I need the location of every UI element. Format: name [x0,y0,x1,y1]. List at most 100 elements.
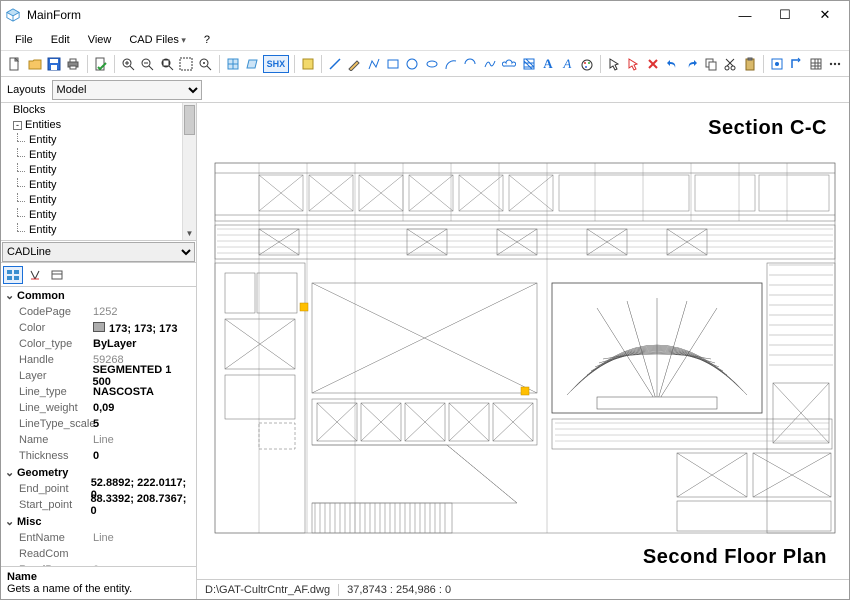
menu-help[interactable]: ? [196,32,218,48]
draw-hatch-icon[interactable] [520,55,536,73]
text-italic-icon[interactable]: A [559,55,575,73]
tree-scrollbar[interactable]: ▲ ▼ [182,103,196,240]
properties-panel[interactable]: Common CodePage1252 Color173; 173; 173 C… [1,287,196,566]
menu-cad-files[interactable]: CAD Files [121,32,194,48]
paint-icon[interactable] [579,55,595,73]
color-swatch-icon [93,322,105,332]
prop-key: ReadCom [19,548,93,560]
menu-file[interactable]: File [7,32,41,48]
prop-key: CodePage [19,306,93,318]
zoom-in-icon[interactable] [120,55,136,73]
toolbar-sep [600,55,601,73]
prop-value[interactable]: 5 [93,418,99,430]
tree-node-entity[interactable]: Entity [11,193,196,208]
snap-icon[interactable] [769,55,785,73]
tree-node-entity[interactable]: Entity [11,178,196,193]
print-icon[interactable] [65,55,81,73]
prop-value[interactable]: Line [93,532,114,544]
titlebar: MainForm — ☐ ✕ [1,1,849,29]
drawing-viewport[interactable]: Section C-C Second Floor Plan D:\GAT-Cul… [197,103,849,599]
prop-key: Thickness [19,450,93,462]
minimize-button[interactable]: — [725,1,765,29]
delete-icon[interactable] [645,55,661,73]
new-file-icon[interactable] [7,55,23,73]
tree-node-entity[interactable]: Entity [11,223,196,238]
prop-value[interactable]: 1252 [93,306,117,318]
group-common[interactable]: Common [1,287,196,304]
cursor-icon[interactable] [606,55,622,73]
redo-icon[interactable] [683,55,699,73]
draw-ellipse-icon[interactable] [424,55,440,73]
status-file-path: D:\GAT-CultrCntr_AF.dwg [197,584,339,596]
scroll-thumb[interactable] [184,105,195,135]
view-events-icon[interactable] [47,266,67,284]
layouts-select[interactable]: Model [52,80,202,100]
cube-tl-icon[interactable] [224,55,240,73]
draw-arc-icon[interactable] [443,55,459,73]
draw-rect-icon[interactable] [385,55,401,73]
entity-tree[interactable]: Blocks -Entities Entity Entity Entity En… [1,103,196,241]
drawing-label-section: Section C-C [708,117,827,140]
entity-type-select[interactable]: CADLine [2,242,195,262]
zoom-window-icon[interactable] [178,55,194,73]
tree-node-entity[interactable]: Entity [11,163,196,178]
more-icon[interactable] [827,55,843,73]
view-alphabetical-icon[interactable] [25,266,45,284]
menu-edit[interactable]: Edit [43,32,78,48]
prop-value[interactable]: ByLayer [93,338,136,350]
scroll-down-icon[interactable]: ▼ [183,226,196,240]
draw-spline-icon[interactable] [482,55,498,73]
prop-value[interactable]: Line [93,434,114,446]
tree-node-entity[interactable]: Entity [11,208,196,223]
save-icon[interactable] [46,55,62,73]
close-button[interactable]: ✕ [805,1,845,29]
draw-circle-icon[interactable] [404,55,420,73]
paste-icon[interactable] [741,55,757,73]
view-categorized-icon[interactable] [3,266,23,284]
draw-arc2-icon[interactable] [462,55,478,73]
menubar: File Edit View CAD Files ? [1,29,849,51]
draw-line-icon[interactable] [327,55,343,73]
shx-button[interactable]: SHX [263,55,288,73]
open-file-icon[interactable] [26,55,42,73]
cube-tr-icon[interactable] [244,55,260,73]
ortho-icon[interactable] [788,55,804,73]
prop-value[interactable]: SEGMENTED 1 500 [92,364,192,388]
zoom-fit-icon[interactable] [158,55,174,73]
tree-node-entities[interactable]: -Entities [11,118,196,133]
drawing-label-floor: Second Floor Plan [643,546,827,569]
zoom-out-icon[interactable] [139,55,155,73]
prop-value[interactable]: 173; 173; 173 [93,322,178,335]
undo-icon[interactable] [664,55,680,73]
prop-value[interactable]: 0 [93,450,99,462]
status-coords: 37,8743 : 254,986 : 0 [339,584,459,596]
tree-node-entity[interactable]: Entity [11,133,196,148]
prop-value[interactable]: 0,09 [93,402,114,414]
prop-key: Color [19,322,93,334]
layouts-label: Layouts [7,84,46,96]
cursor-red-icon[interactable] [625,55,641,73]
copy-icon[interactable] [703,55,719,73]
grid-icon[interactable] [807,55,823,73]
text-bold-icon[interactable]: A [540,55,556,73]
draw-pen-icon[interactable] [346,55,362,73]
tree-node-entity[interactable]: Entity [11,148,196,163]
property-description-pane: Name Gets a name of the entity. [1,566,196,599]
maximize-button[interactable]: ☐ [765,1,805,29]
toolbar-sep [294,55,295,73]
draw-cloud-icon[interactable] [501,55,517,73]
zoom-all-icon[interactable] [197,55,213,73]
doc-check-icon[interactable] [92,55,108,73]
prop-key: End_point [19,483,91,495]
prop-value[interactable]: 88.3392; 208.7367; 0 [90,493,192,517]
menu-view[interactable]: View [80,32,120,48]
toolbar: SHX A A [1,51,849,77]
prop-value[interactable]: NASCOSTA [93,386,154,398]
prop-key: Line_type [19,386,93,398]
prop-key: Line_weight [19,402,93,414]
color-swatch-icon[interactable] [299,55,315,73]
tree-node-blocks[interactable]: Blocks [11,103,196,118]
cad-drawing[interactable] [197,103,849,579]
cut-icon[interactable] [722,55,738,73]
draw-polyline-icon[interactable] [365,55,381,73]
